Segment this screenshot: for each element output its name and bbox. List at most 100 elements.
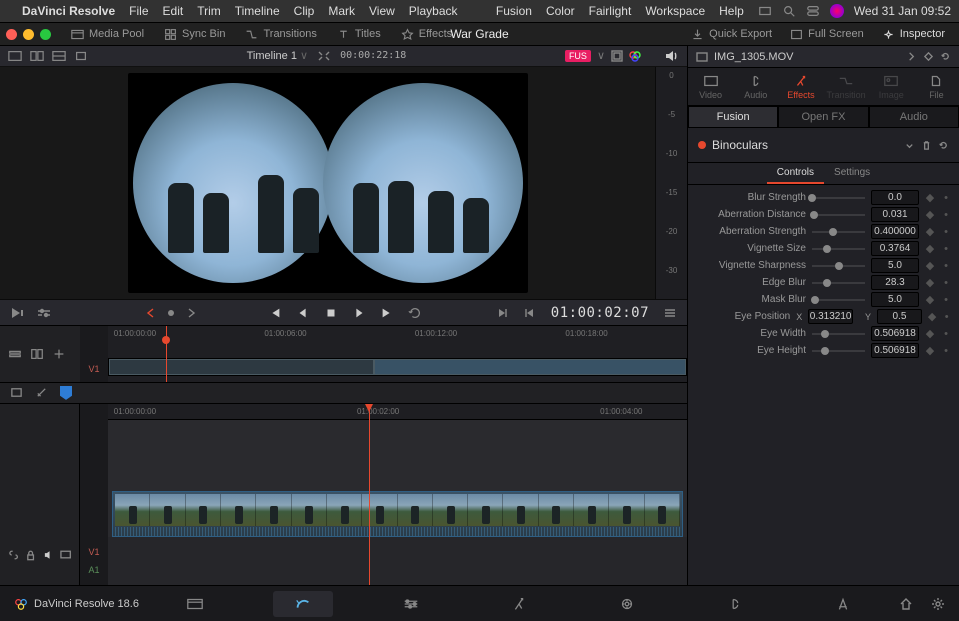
- monitor-icon[interactable]: [60, 549, 71, 561]
- viewer-mode-icon[interactable]: [30, 50, 44, 62]
- subtab-audio[interactable]: Audio: [869, 106, 959, 128]
- menu-help[interactable]: Help: [719, 4, 744, 18]
- menu-color[interactable]: Color: [546, 4, 575, 18]
- tab-image[interactable]: Image: [869, 68, 914, 105]
- tab-video[interactable]: Video: [688, 68, 733, 105]
- menu-fusion[interactable]: Fusion: [496, 4, 532, 18]
- full-screen-button[interactable]: Full Screen: [782, 25, 872, 44]
- param-value-y[interactable]: 0.5: [877, 309, 922, 324]
- home-icon[interactable]: [899, 597, 913, 611]
- keyframe-diamond-icon[interactable]: ◆: [925, 327, 935, 340]
- keyframe-diamond-icon[interactable]: ◆: [925, 208, 935, 221]
- reset-icon[interactable]: [940, 51, 951, 62]
- param-value-x[interactable]: 0.313210: [808, 309, 853, 324]
- reset-dot-icon[interactable]: •: [941, 345, 951, 357]
- param-value[interactable]: 0.400000: [871, 224, 919, 239]
- selection-tool-icon[interactable]: [10, 386, 23, 399]
- page-cut[interactable]: [273, 591, 333, 617]
- page-media[interactable]: [165, 591, 225, 617]
- loop-button[interactable]: [408, 306, 422, 320]
- menu-view[interactable]: View: [369, 4, 395, 18]
- param-slider[interactable]: [812, 197, 865, 199]
- mini-timeline-canvas[interactable]: 01:00:00:00 01:00:06:00 01:00:12:00 01:0…: [108, 326, 687, 382]
- keyframe-diamond-icon[interactable]: ◆: [925, 242, 935, 255]
- speaker-icon[interactable]: [665, 50, 679, 62]
- reset-icon[interactable]: [938, 140, 949, 151]
- track-tool-icon[interactable]: [8, 347, 22, 361]
- menu-clip[interactable]: Clip: [294, 4, 315, 18]
- keyframe-diamond-icon[interactable]: ◆: [925, 344, 935, 357]
- close-window-button[interactable]: [6, 29, 17, 40]
- timeline-ruler[interactable]: 01:00:00:00 01:00:06:00 01:00:12:00 01:0…: [108, 326, 687, 344]
- reset-dot-icon[interactable]: •: [941, 294, 951, 306]
- reset-dot-icon[interactable]: •: [941, 328, 951, 340]
- tab-transition[interactable]: Transition: [824, 68, 869, 105]
- param-slider[interactable]: [812, 231, 865, 233]
- effect-header[interactable]: Binoculars: [698, 134, 949, 156]
- keyframe-diamond-icon[interactable]: ◆: [925, 191, 935, 204]
- safe-area-icon[interactable]: [611, 50, 623, 62]
- timeline-name[interactable]: Timeline 1 ∨: [247, 49, 308, 62]
- options-icon[interactable]: [663, 306, 677, 320]
- fit-icon[interactable]: [318, 51, 330, 61]
- speaker-icon[interactable]: [43, 549, 54, 561]
- param-value[interactable]: 0.506918: [871, 326, 919, 341]
- param-value[interactable]: 5.0: [871, 292, 919, 307]
- menu-playback[interactable]: Playback: [409, 4, 458, 18]
- ctab-controls[interactable]: Controls: [767, 163, 824, 184]
- expand-icon[interactable]: [906, 51, 917, 62]
- param-value[interactable]: 0.506918: [871, 343, 919, 358]
- track-tool-icon[interactable]: [52, 347, 66, 361]
- reset-dot-icon[interactable]: •: [941, 243, 951, 255]
- track-tool-icon[interactable]: [30, 347, 44, 361]
- keyframe-diamond-icon[interactable]: ◆: [925, 259, 935, 272]
- keyframe-diamond-icon[interactable]: ◆: [925, 225, 935, 238]
- insert-icon[interactable]: [10, 306, 26, 320]
- control-center-icon[interactable]: [806, 4, 820, 18]
- reset-dot-icon[interactable]: •: [942, 311, 951, 323]
- keyframe-diamond-icon[interactable]: ◆: [928, 310, 937, 323]
- next-frame-button[interactable]: [380, 306, 394, 320]
- settings-gear-icon[interactable]: [931, 597, 945, 611]
- reset-dot-icon[interactable]: •: [941, 277, 951, 289]
- keyframe-icon[interactable]: [923, 51, 934, 62]
- next-marker-icon[interactable]: [186, 308, 196, 318]
- viewer-mode-icon[interactable]: [8, 50, 22, 62]
- first-frame-button[interactable]: [268, 306, 282, 320]
- tab-file[interactable]: File: [914, 68, 959, 105]
- reset-dot-icon[interactable]: •: [941, 209, 951, 221]
- siri-icon[interactable]: [830, 4, 844, 18]
- menu-edit[interactable]: Edit: [163, 4, 184, 18]
- play-button[interactable]: [352, 306, 366, 320]
- reset-dot-icon[interactable]: •: [941, 260, 951, 272]
- status-icon[interactable]: [758, 4, 772, 18]
- transitions-button[interactable]: Transitions: [237, 25, 324, 44]
- menu-file[interactable]: File: [129, 4, 148, 18]
- page-fusion[interactable]: [489, 591, 549, 617]
- reset-dot-icon[interactable]: •: [941, 192, 951, 204]
- param-slider[interactable]: [812, 333, 865, 335]
- ctab-settings[interactable]: Settings: [824, 163, 880, 184]
- app-menu[interactable]: DaVinci Resolve: [22, 4, 115, 18]
- param-value[interactable]: 28.3: [871, 275, 919, 290]
- page-color[interactable]: [597, 591, 657, 617]
- sync-bin-button[interactable]: Sync Bin: [156, 25, 233, 44]
- overwrite-icon[interactable]: [36, 306, 52, 320]
- link-icon[interactable]: [8, 549, 19, 561]
- lock-icon[interactable]: [25, 549, 36, 561]
- param-slider[interactable]: [812, 248, 865, 250]
- param-slider[interactable]: [812, 265, 865, 267]
- marker-dot-icon[interactable]: [168, 310, 174, 316]
- param-slider[interactable]: [812, 214, 865, 216]
- tab-effects[interactable]: Effects: [778, 68, 823, 105]
- spotlight-icon[interactable]: [782, 4, 796, 18]
- menu-trim[interactable]: Trim: [197, 4, 221, 18]
- effect-enabled-dot[interactable]: [698, 141, 706, 149]
- video-track-label[interactable]: V1: [80, 537, 108, 561]
- param-value[interactable]: 0.3764: [871, 241, 919, 256]
- menu-workspace[interactable]: Workspace: [645, 4, 705, 18]
- param-value[interactable]: 5.0: [871, 258, 919, 273]
- inspector-button[interactable]: Inspector: [874, 25, 953, 44]
- viewer-canvas[interactable]: [0, 67, 655, 299]
- datetime[interactable]: Wed 31 Jan 09:52: [854, 4, 951, 18]
